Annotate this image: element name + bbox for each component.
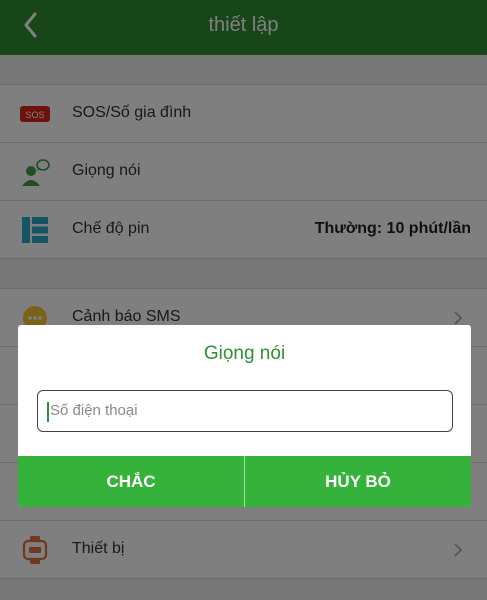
text-caret: [47, 402, 49, 422]
voice-dialog: Giọng nói CHẮC HỦY BỎ: [18, 325, 471, 507]
modal-overlay[interactable]: [0, 0, 487, 600]
dialog-title: Giọng nói: [203, 343, 286, 364]
confirm-button[interactable]: CHẮC: [18, 456, 244, 507]
phone-number-input[interactable]: [50, 391, 446, 430]
phone-input-container[interactable]: [37, 390, 453, 432]
cancel-button[interactable]: HỦY BỎ: [245, 456, 471, 507]
